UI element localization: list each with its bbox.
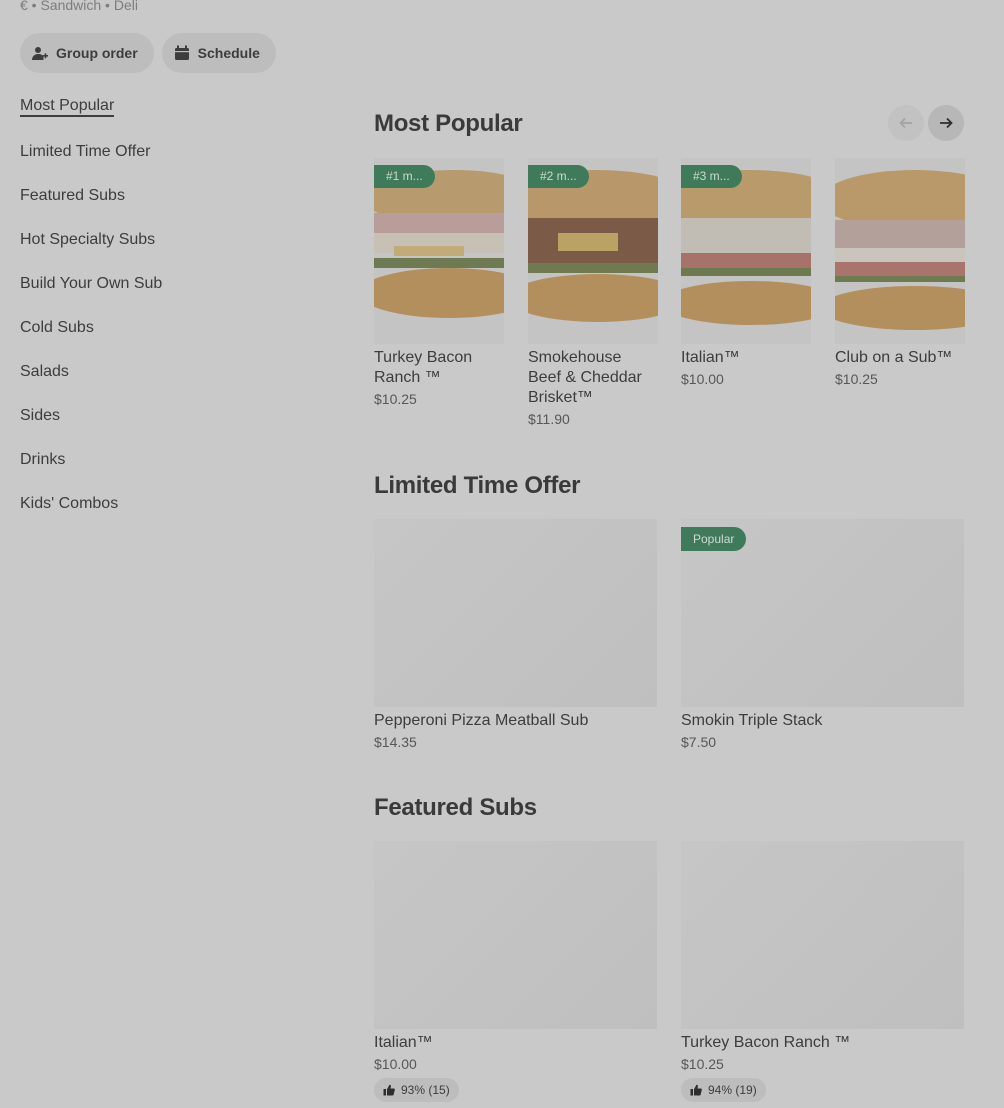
arrow-right-icon	[940, 117, 953, 129]
rating-text: 94% (19)	[708, 1083, 757, 1097]
item-price: $11.90	[528, 411, 570, 427]
thumbs-up-icon	[690, 1084, 702, 1096]
menu-sidebar: Most Popular Limited Time Offer Featured…	[20, 95, 320, 537]
sidebar-item-build-your-own-sub[interactable]: Build Your Own Sub	[20, 273, 320, 317]
item-name: Smokin Triple Stack	[681, 712, 823, 729]
sidebar-item-sides[interactable]: Sides	[20, 405, 320, 449]
item-price: $10.25	[681, 1056, 724, 1072]
group-order-button[interactable]: Group order	[20, 33, 154, 73]
schedule-button[interactable]: Schedule	[161, 33, 276, 73]
item-price: $10.00	[374, 1056, 417, 1072]
store-meta: € • Sandwich • Deli	[20, 0, 138, 13]
sidebar-item-limited-time-offer[interactable]: Limited Time Offer	[20, 141, 320, 185]
item-name: Pepperoni Pizza Meatball Sub	[374, 712, 589, 729]
item-price: $7.50	[681, 734, 717, 750]
item-price: $14.35	[374, 734, 417, 750]
item-price: $10.25	[374, 391, 417, 407]
arrow-left-icon	[899, 117, 912, 129]
schedule-label: Schedule	[197, 45, 260, 61]
rating-text: 93% (15)	[401, 1083, 450, 1097]
section-title-limited-time-offer: Limited Time Offer	[374, 472, 581, 499]
item-price: $10.00	[681, 371, 724, 387]
popular-item-card[interactable]: #2 m... Smokehouse Beef & Cheddar Briske…	[528, 158, 658, 427]
sidebar-item-salads[interactable]: Salads	[20, 361, 320, 405]
carousel-prev-button[interactable]	[888, 105, 924, 141]
item-price: $10.25	[835, 371, 878, 387]
sidebar-item-drinks[interactable]: Drinks	[20, 449, 320, 493]
item-name: Smokehouse Beef & Cheddar Brisket™	[528, 349, 642, 406]
menu-item-card[interactable]: Italian™ $10.00 93% (15)	[374, 841, 657, 1102]
item-image-placeholder	[374, 841, 657, 1029]
sidebar-item-featured-subs[interactable]: Featured Subs	[20, 185, 320, 229]
item-image-placeholder: Popular	[681, 519, 964, 707]
popular-item-card[interactable]: Club on a Sub™ $10.25	[835, 158, 965, 387]
popular-badge: Popular	[681, 527, 747, 551]
item-name: Italian™	[681, 349, 740, 366]
item-name: Turkey Bacon Ranch ™	[374, 349, 473, 386]
sidebar-item-hot-specialty-subs[interactable]: Hot Specialty Subs	[20, 229, 320, 273]
sidebar-item-most-popular[interactable]: Most Popular	[20, 95, 320, 141]
carousel-next-button[interactable]	[928, 105, 964, 141]
group-order-label: Group order	[56, 45, 138, 61]
item-image-placeholder	[374, 519, 657, 707]
section-title-most-popular: Most Popular	[374, 110, 523, 137]
item-name: Italian™	[374, 1034, 433, 1051]
popular-item-card[interactable]: #1 m... Turkey Bacon Ranch ™ $10.25	[374, 158, 504, 407]
thumbs-up-icon	[383, 1084, 395, 1096]
menu-item-card[interactable]: Popular Smokin Triple Stack $7.50	[681, 519, 964, 750]
sidebar-item-cold-subs[interactable]: Cold Subs	[20, 317, 320, 361]
rank-badge: #1 m...	[374, 165, 435, 188]
add-person-icon	[32, 47, 48, 60]
menu-item-card[interactable]: Turkey Bacon Ranch ™ $10.25 94% (19)	[681, 841, 964, 1102]
item-name: Club on a Sub™	[835, 349, 953, 366]
sandwich-image	[835, 158, 965, 344]
popular-item-card[interactable]: #3 m... Italian™ $10.00	[681, 158, 811, 387]
rating-badge: 94% (19)	[681, 1078, 766, 1102]
sidebar-item-kids-combos[interactable]: Kids' Combos	[20, 493, 320, 537]
menu-item-card[interactable]: Pepperoni Pizza Meatball Sub $14.35	[374, 519, 657, 750]
section-title-featured-subs: Featured Subs	[374, 794, 537, 821]
rank-badge: #3 m...	[681, 165, 742, 188]
store-actions: Group order Schedule	[20, 33, 276, 73]
rank-badge: #2 m...	[528, 165, 589, 188]
item-name: Turkey Bacon Ranch ™	[681, 1034, 851, 1051]
rating-badge: 93% (15)	[374, 1078, 459, 1102]
item-image-placeholder	[681, 841, 964, 1029]
calendar-icon	[174, 45, 189, 60]
